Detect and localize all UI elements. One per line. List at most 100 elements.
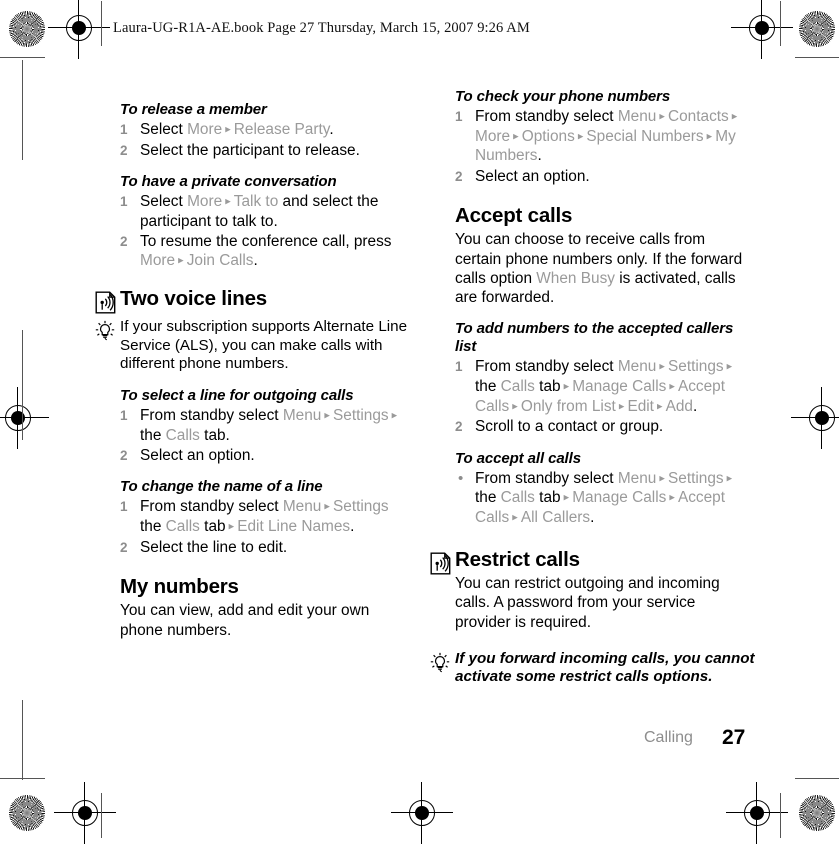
menu-path-text: More [187,192,223,210]
step-number: 1 [120,408,128,424]
path-arrow-icon: ▸ [574,130,587,143]
procedure-step: 1 From standby select Menu ▸ Settings the… [120,497,410,536]
procedure-step: 1 From standby select Menu ▸ Contacts ▸ M… [455,107,755,166]
path-arrow-icon: ▸ [321,409,333,422]
menu-path-text: Join Calls [186,252,254,270]
path-arrow-icon: ▸ [703,130,716,143]
body-text: the [140,426,166,444]
body-text: tab. [199,426,230,444]
menu-path-text: Only from List [520,397,616,415]
path-arrow-icon: ▸ [666,491,678,504]
body-text: . [537,147,542,165]
body-text: tab [199,517,226,535]
menu-path-text: Release Party [233,121,330,138]
body-text: . [253,252,258,270]
menu-path-text: More [475,127,511,145]
heading-my-numbers: My numbers [120,574,239,598]
path-arrow-icon: ▸ [560,491,573,504]
left-column: To release a member 1 Select More ▸ Relea… [95,88,410,640]
menu-path-text: More [140,252,176,270]
menu-path-text: Menu [617,358,657,376]
menu-path-text: Calls [500,377,535,395]
body-text: Scroll to a contact or group. [475,418,664,436]
body-text: tab [534,489,561,507]
step-number: 2 [455,168,463,184]
step-number: 1 [455,109,463,124]
menu-path-text: Settings [333,498,389,516]
lightbulb-tip-icon [95,320,115,341]
body-restrict-calls: You can restrict outgoing and incoming c… [455,575,720,631]
body-text: Select an option. [140,446,255,464]
body-accept-calls: You can choose to receive calls from cer… [455,230,755,307]
steps-add-accepted: 1 From standby select Menu ▸ Settings ▸ t… [455,357,755,436]
body-text: . [329,121,334,138]
path-arrow-icon: ▸ [653,400,666,413]
heading-change-line-name: To change the name of a line [120,478,323,496]
body-text: From standby select [140,498,283,516]
body-text: the [475,377,501,395]
path-arrow-icon: ▸ [656,360,668,373]
menu-path-text: Edit [627,397,654,415]
body-text: . [350,517,355,535]
menu-path-text: Manage Calls [572,377,667,395]
tip-two-voice-lines: If your subscription supports Alternate … [95,318,410,374]
heading-check-numbers: To check your phone numbers [455,88,671,105]
path-arrow-icon: ▸ [510,130,522,143]
step-bullet: • [458,469,464,487]
heading-accept-calls: Accept calls [455,203,573,227]
body-text: . [693,397,698,415]
menu-path-text: Options [521,127,575,145]
path-arrow-icon: ▸ [666,380,678,393]
procedure-step: 1 From standby select Menu ▸ Settings ▸ t… [120,406,410,445]
path-arrow-icon: ▸ [728,110,738,123]
tip-text-restrict-calls: If you forward incoming calls, you canno… [455,649,755,686]
path-arrow-icon: ▸ [509,511,521,524]
signal-antenna-icon [95,291,116,314]
path-arrow-icon: ▸ [509,400,521,413]
body-text: the [140,517,166,535]
path-arrow-icon: ▸ [222,123,234,136]
menu-path-text: Menu [282,498,322,516]
procedure-step: 1 From standby select Menu ▸ Settings ▸ t… [455,357,755,416]
steps-accept-all: • From standby select Menu ▸ Settings ▸ t… [455,469,755,528]
body-text: Select [140,192,188,210]
body-text: . [590,508,595,526]
steps-change-line-name: 1 From standby select Menu ▸ Settings the… [120,497,410,557]
menu-path-text: Manage Calls [572,489,667,507]
body-text: the [475,489,501,507]
procedure-step: • From standby select Menu ▸ Settings ▸ t… [455,469,755,528]
steps-select-line: 1 From standby select Menu ▸ Settings ▸ t… [120,406,410,465]
footer-page-number: 27 [722,726,746,749]
menu-path-text: All Callers [520,508,591,526]
menu-path-text: Calls [165,517,200,535]
step-number: 2 [120,447,128,463]
procedure-step: 2 To resume the conference call, press Mo… [120,232,410,271]
step-number: 1 [455,359,463,375]
step-number: 2 [120,142,128,158]
section-two-voice-lines: Two voice lines [95,287,410,314]
steps-private-conversation: 1 Select More ▸ Talk to and select the pa… [120,192,410,271]
footer-chapter-label: Calling [644,729,693,746]
steps-release-member: 1 Select More ▸ Release Party. 2 Select the… [120,120,410,160]
path-arrow-icon: ▸ [723,472,733,484]
steps-check-numbers: 1 From standby select Menu ▸ Contacts ▸ M… [455,107,755,186]
menu-path-text: Talk to [233,192,279,210]
body-text: From standby select [475,358,618,376]
tip-restrict-calls: If you forward incoming calls, you canno… [430,649,755,687]
menu-path-text: Menu [282,407,322,425]
body-text: Select an option. [475,167,590,185]
body-text: From standby select [475,469,618,487]
path-arrow-icon: ▸ [560,380,573,393]
body-text: Select the participant to release. [140,141,360,159]
menu-path-text: Settings [668,469,724,487]
procedure-step: 1 Select More ▸ Release Party. [120,120,410,140]
signal-antenna-icon [430,552,451,575]
body-text: From standby select [475,108,618,125]
menu-path-text: Edit Line Names [237,517,351,535]
menu-path-text: Settings [333,407,389,425]
heading-accept-all: To accept all calls [455,449,581,467]
procedure-step: 2 Scroll to a contact or group. [455,417,755,436]
path-arrow-icon: ▸ [615,400,628,413]
procedure-step: 2 Select the participant to release. [120,141,410,160]
menu-path-text: Calls [500,489,535,507]
